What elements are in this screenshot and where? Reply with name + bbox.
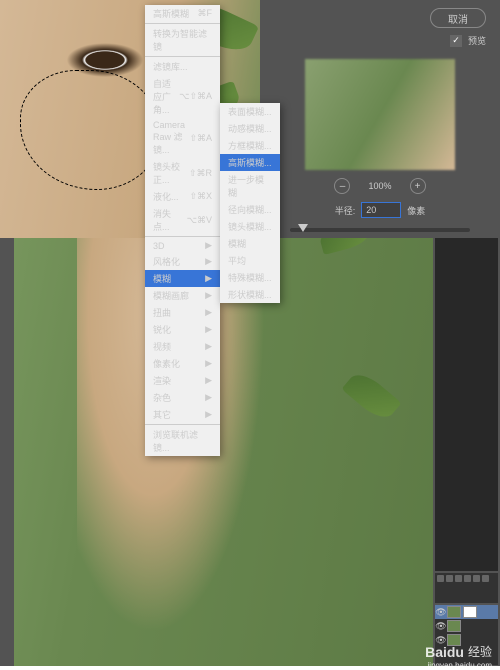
filter-menu: 高斯模糊⌘F 转换为智能滤镜 滤镜库... 自适应广角...⌥⇧⌘A Camer… (145, 206, 220, 416)
blur-submenu: 表面模糊... 动感模糊... 方框模糊... 高斯模糊... 进一步模糊 径向… (220, 206, 280, 303)
menu-blur-group[interactable]: 模糊▶ (145, 270, 220, 287)
watermark: Baidu 经验 jingyan.baidu.com (425, 643, 492, 660)
